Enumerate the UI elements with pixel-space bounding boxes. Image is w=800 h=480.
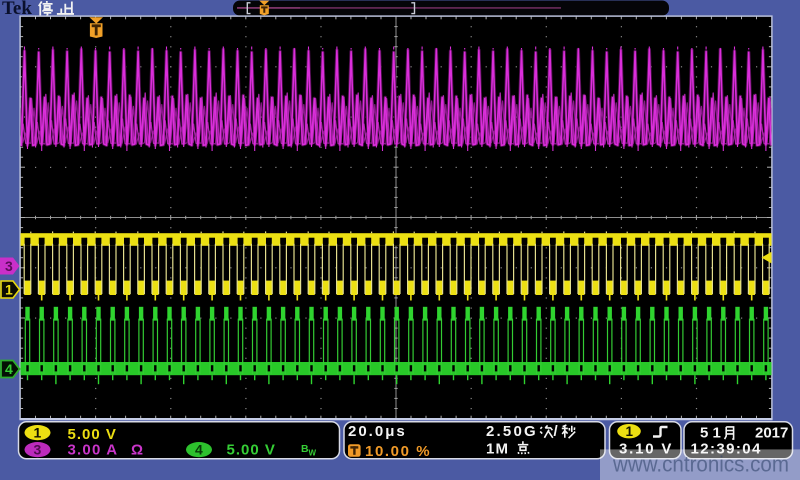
svg-text:W: W [309,449,317,458]
svg-text:1: 1 [34,425,42,441]
svg-text:2017: 2017 [755,424,788,441]
svg-text:Ω: Ω [131,442,143,459]
svg-text:www.cntronics.com: www.cntronics.com [612,452,789,477]
svg-text:5.00 V: 5.00 V [227,442,276,459]
svg-text:3: 3 [5,258,13,274]
svg-text:2.50G: 2.50G [486,423,538,440]
svg-text:1: 1 [5,282,13,298]
svg-text:10.00 %: 10.00 % [365,443,431,460]
svg-text:5.00 V: 5.00 V [68,426,117,443]
svg-text:4: 4 [195,442,203,458]
svg-text:1: 1 [626,424,634,439]
svg-text:5 1: 5 1 [700,424,721,441]
svg-text:4: 4 [5,361,13,377]
svg-text:3: 3 [34,442,42,458]
svg-text:20.0μs: 20.0μs [348,423,407,440]
svg-text:1M: 1M [486,440,509,457]
svg-text:3.00 A: 3.00 A [68,442,119,459]
